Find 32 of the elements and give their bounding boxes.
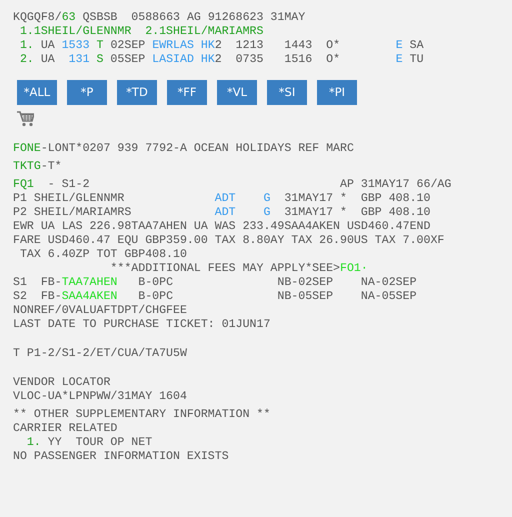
- terminal-line: T P1-2/S1-2/ET/CUA/TA7U5W: [13, 347, 187, 361]
- command-button[interactable]: *P: [67, 80, 107, 105]
- terminal-line: ***ADDITIONAL FEES MAY APPLY*SEE>FO1·: [109, 262, 368, 276]
- command-button[interactable]: *VL: [217, 80, 257, 105]
- terminal-line: VLOC-UA*LPNPWW/31MAY 1604: [13, 390, 187, 404]
- terminal-line: LAST DATE TO PURCHASE TICKET: 01JUN17: [13, 318, 270, 332]
- terminal-line: ** OTHER SUPPLEMENTARY INFORMATION **: [13, 408, 270, 422]
- terminal-line: S1 FB-TAA7AHEN B-0PC NB-02SEP NA-02SEP: [13, 276, 417, 290]
- terminal-line: TKTG-T*: [13, 160, 62, 174]
- terminal-line: EWR UA LAS 226.98TAA7AHEN UA WAS 233.49SAA4AKEN USD460.47END: [13, 220, 430, 234]
- shopping-cart-icon[interactable]: [17, 111, 34, 127]
- terminal-line: CARRIER RELATED: [13, 422, 118, 436]
- terminal-line: 2. UA 131 S 05SEP LASIAD HK2 0735 1516 O* E TU: [18, 53, 424, 67]
- terminal-line: NO PASSENGER INFORMATION EXISTS: [13, 450, 229, 464]
- terminal-line: NONREF/0VALUAFTDPT/CHGFEE: [13, 304, 187, 318]
- command-button[interactable]: *ALL: [17, 80, 57, 105]
- terminal-line: S2 FB-SAA4AKEN B-0PC NB-05SEP NA-05SEP: [13, 290, 417, 304]
- terminal-line: FONE-LONT*0207 939 7792-A OCEAN HOLIDAYS REF MARC: [13, 142, 354, 156]
- terminal-line: KQGQF8/63 QSBSB 0588663 AG 91268623 31MAY: [13, 11, 306, 25]
- terminal-line: 1.1SHEIL/GLENNMR 2.1SHEIL/MARIAMRS: [18, 25, 264, 39]
- terminal-line: FQ1 - S1-2 AP 31MAY17 66/AG: [13, 178, 452, 192]
- command-button[interactable]: *PI: [317, 80, 357, 105]
- command-button[interactable]: *TD: [117, 80, 157, 105]
- command-button[interactable]: *SI: [267, 80, 307, 105]
- terminal-line: FARE USD460.47 EQU GBP359.00 TAX 8.80AY TAX 26.90US TAX 7.00XF: [13, 234, 444, 248]
- terminal-line: TAX 6.40ZP TOT GBP408.10: [18, 248, 187, 262]
- terminal-line: 1. UA 1533 T 02SEP EWRLAS HK2 1213 1443 O* E SA: [18, 39, 424, 53]
- command-button[interactable]: *FF: [167, 80, 207, 105]
- terminal-line: 1. YY TOUR OP NET: [26, 436, 152, 450]
- terminal-line: P1 SHEIL/GLENNMR ADT G 31MAY17 * GBP 408.10: [13, 192, 430, 206]
- terminal-line: P2 SHEIL/MARIAMRS ADT G 31MAY17 * GBP 408.10: [13, 206, 430, 220]
- terminal-line: VENDOR LOCATOR: [13, 376, 110, 390]
